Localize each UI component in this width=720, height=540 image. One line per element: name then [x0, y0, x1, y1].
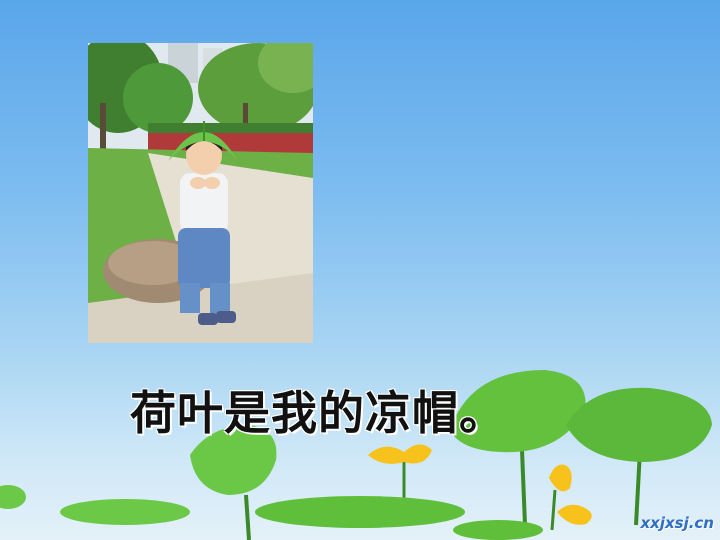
watermark-text: xxjxsj.cn — [640, 514, 714, 532]
floating-lotus-leaf-icon — [60, 499, 190, 525]
yellow-flower-icon — [557, 504, 592, 525]
lotus-stem — [520, 449, 527, 526]
lotus-stem — [244, 494, 251, 540]
floating-lotus-leaf-icon — [0, 485, 26, 509]
slide-background: 荷叶是我的凉帽。 xxjxsj.cn — [0, 0, 720, 540]
yellow-flower-icon — [368, 444, 432, 464]
lotus-stem — [550, 489, 557, 531]
caption-text: 荷叶是我的凉帽。 — [130, 386, 506, 440]
floating-lotus-leaf-icon — [453, 520, 543, 540]
yellow-flower-icon — [549, 464, 572, 492]
floating-lotus-leaf-icon — [255, 496, 465, 528]
lotus-decoration — [0, 370, 712, 540]
lotus-leaf-icon — [566, 387, 712, 462]
